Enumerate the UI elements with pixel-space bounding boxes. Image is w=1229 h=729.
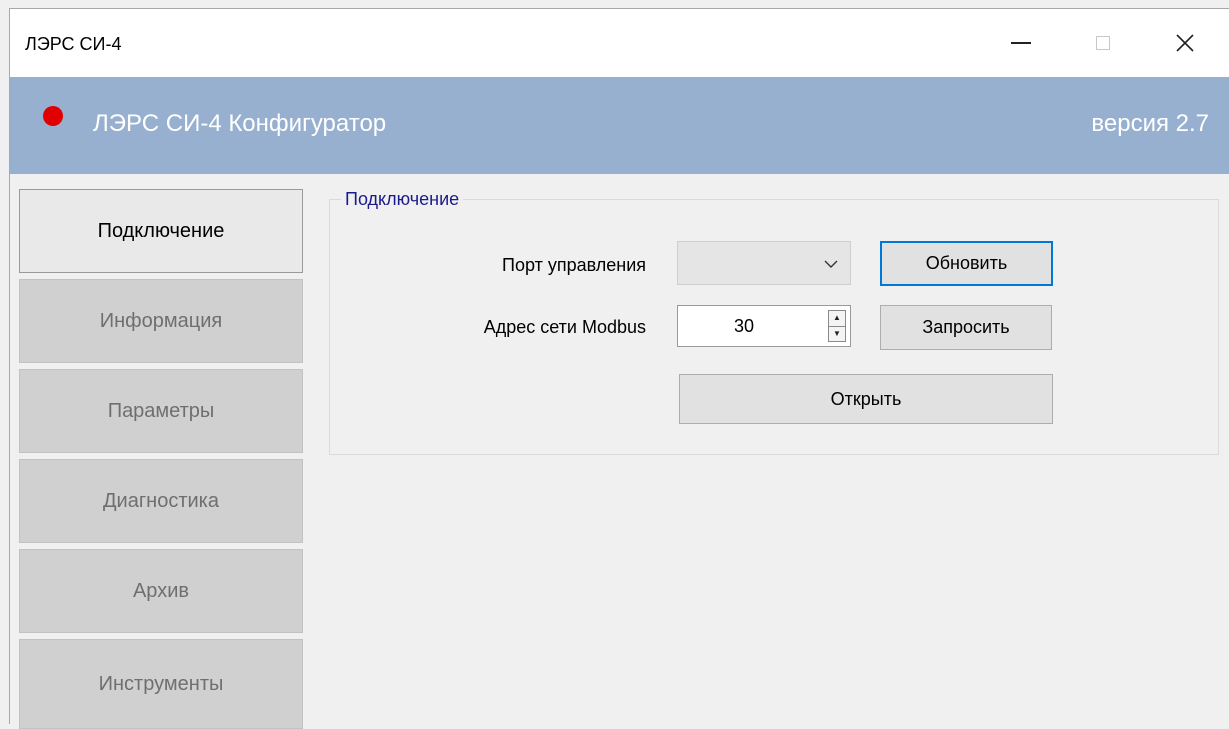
nav-item-label: Диагностика bbox=[103, 489, 219, 512]
app-title: ЛЭРС СИ-4 Конфигуратор bbox=[93, 110, 387, 137]
port-label: Порт управления bbox=[502, 255, 646, 275]
window-title: ЛЭРС СИ-4 bbox=[25, 34, 122, 54]
address-label: Адрес сети Modbus bbox=[483, 317, 646, 337]
minimize-icon bbox=[1011, 42, 1031, 44]
nav-item-parameters[interactable]: Параметры bbox=[19, 369, 303, 453]
nav-item-connection[interactable]: Подключение bbox=[19, 189, 303, 273]
maximize-icon bbox=[1096, 36, 1110, 50]
nav-item-label: Параметры bbox=[107, 399, 215, 422]
title-bar: ЛЭРС СИ-4 bbox=[10, 9, 1229, 77]
minimize-button[interactable] bbox=[984, 9, 1058, 77]
close-button[interactable] bbox=[1148, 9, 1222, 77]
version-label: версия 2.7 bbox=[1091, 110, 1209, 137]
address-value: 30 bbox=[733, 316, 755, 336]
stepper-arrows[interactable]: ▲ ▼ bbox=[828, 310, 846, 342]
port-select[interactable] bbox=[677, 241, 851, 285]
stepper-down-icon[interactable]: ▼ bbox=[829, 327, 845, 342]
nav-item-label: Подключение bbox=[97, 219, 225, 242]
chevron-down-icon bbox=[824, 260, 838, 268]
query-button[interactable]: Запросить bbox=[880, 305, 1052, 350]
nav-item-diagnostics[interactable]: Диагностика bbox=[19, 459, 303, 543]
maximize-button[interactable] bbox=[1066, 9, 1140, 77]
refresh-button[interactable]: Обновить bbox=[880, 241, 1053, 286]
nav-item-label: Архив bbox=[132, 579, 190, 602]
groupbox-title: Подключение bbox=[341, 189, 464, 210]
open-button[interactable]: Открыть bbox=[679, 374, 1053, 424]
nav-item-label: Информация bbox=[99, 309, 223, 332]
close-icon bbox=[1176, 34, 1194, 52]
stepper-up-icon[interactable]: ▲ bbox=[829, 311, 845, 327]
address-stepper[interactable]: 30 ▲ ▼ bbox=[677, 305, 851, 347]
nav-item-tools[interactable]: Инструменты bbox=[19, 639, 303, 729]
nav-item-label: Инструменты bbox=[98, 672, 224, 695]
nav-item-archive[interactable]: Архив bbox=[19, 549, 303, 633]
status-indicator-icon bbox=[43, 106, 63, 126]
nav-item-information[interactable]: Информация bbox=[19, 279, 303, 363]
